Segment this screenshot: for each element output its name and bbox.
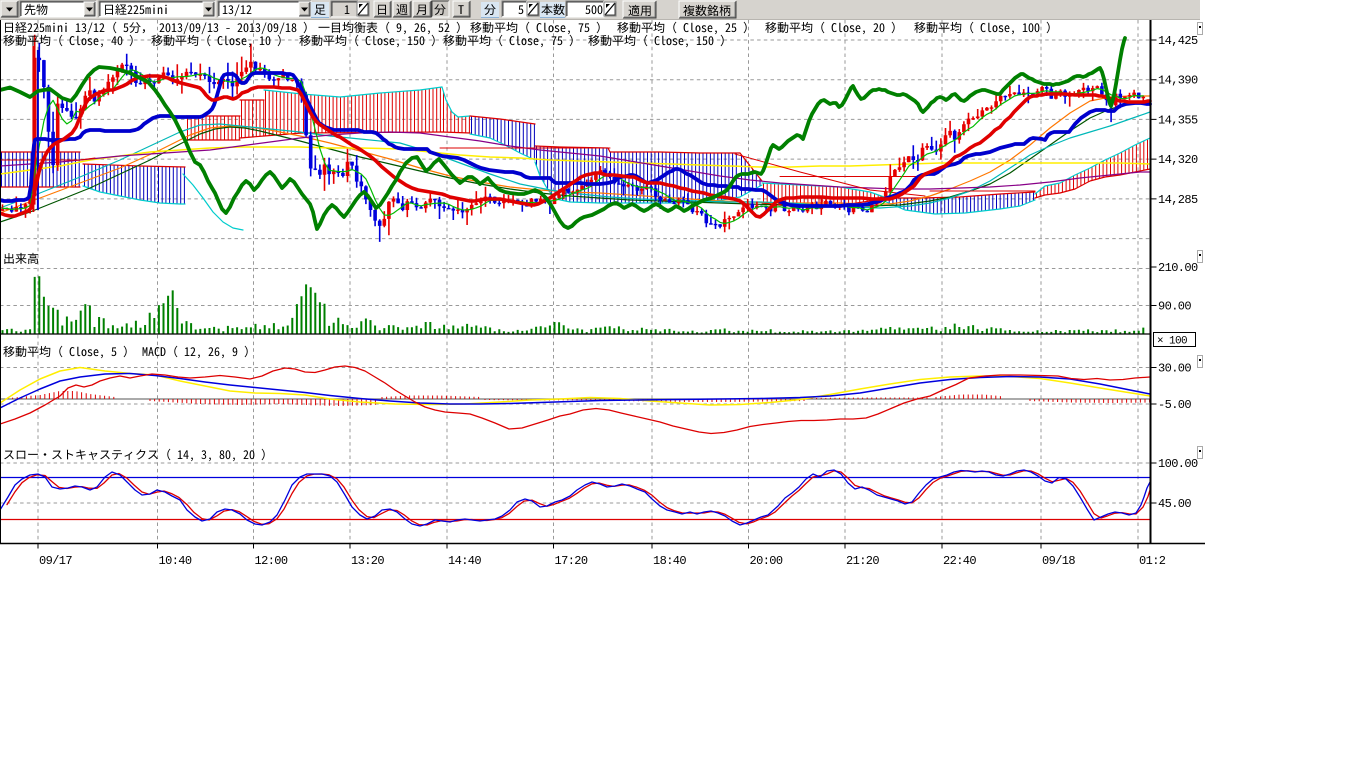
svg-text:30.00: 30.00 <box>1158 362 1191 376</box>
svg-text:01:2: 01:2 <box>1139 554 1166 568</box>
svg-text:21:20: 21:20 <box>846 554 879 568</box>
svg-text:14,320: 14,320 <box>1158 153 1198 167</box>
svg-text:100.00: 100.00 <box>1158 457 1198 471</box>
svg-text:13:20: 13:20 <box>351 554 384 568</box>
svg-text:09/18: 09/18 <box>1042 554 1075 568</box>
svg-text:20:00: 20:00 <box>750 554 783 568</box>
svg-text:-5.00: -5.00 <box>1158 398 1191 412</box>
svg-text:210.00: 210.00 <box>1158 261 1198 275</box>
svg-text:14,425: 14,425 <box>1158 34 1198 48</box>
svg-text:14:40: 14:40 <box>448 554 481 568</box>
svg-text:12:00: 12:00 <box>255 554 288 568</box>
svg-text:× 100: × 100 <box>1157 336 1187 348</box>
svg-text:18:40: 18:40 <box>653 554 686 568</box>
svg-text:45.00: 45.00 <box>1158 497 1191 511</box>
svg-text:14,390: 14,390 <box>1158 74 1198 88</box>
svg-text:17:20: 17:20 <box>555 554 588 568</box>
svg-text:22:40: 22:40 <box>943 554 976 568</box>
svg-text:10:40: 10:40 <box>159 554 192 568</box>
svg-text:09/17: 09/17 <box>39 554 72 568</box>
svg-text:90.00: 90.00 <box>1158 300 1191 314</box>
svg-text:14,355: 14,355 <box>1158 113 1198 127</box>
svg-text:14,285: 14,285 <box>1158 193 1198 207</box>
